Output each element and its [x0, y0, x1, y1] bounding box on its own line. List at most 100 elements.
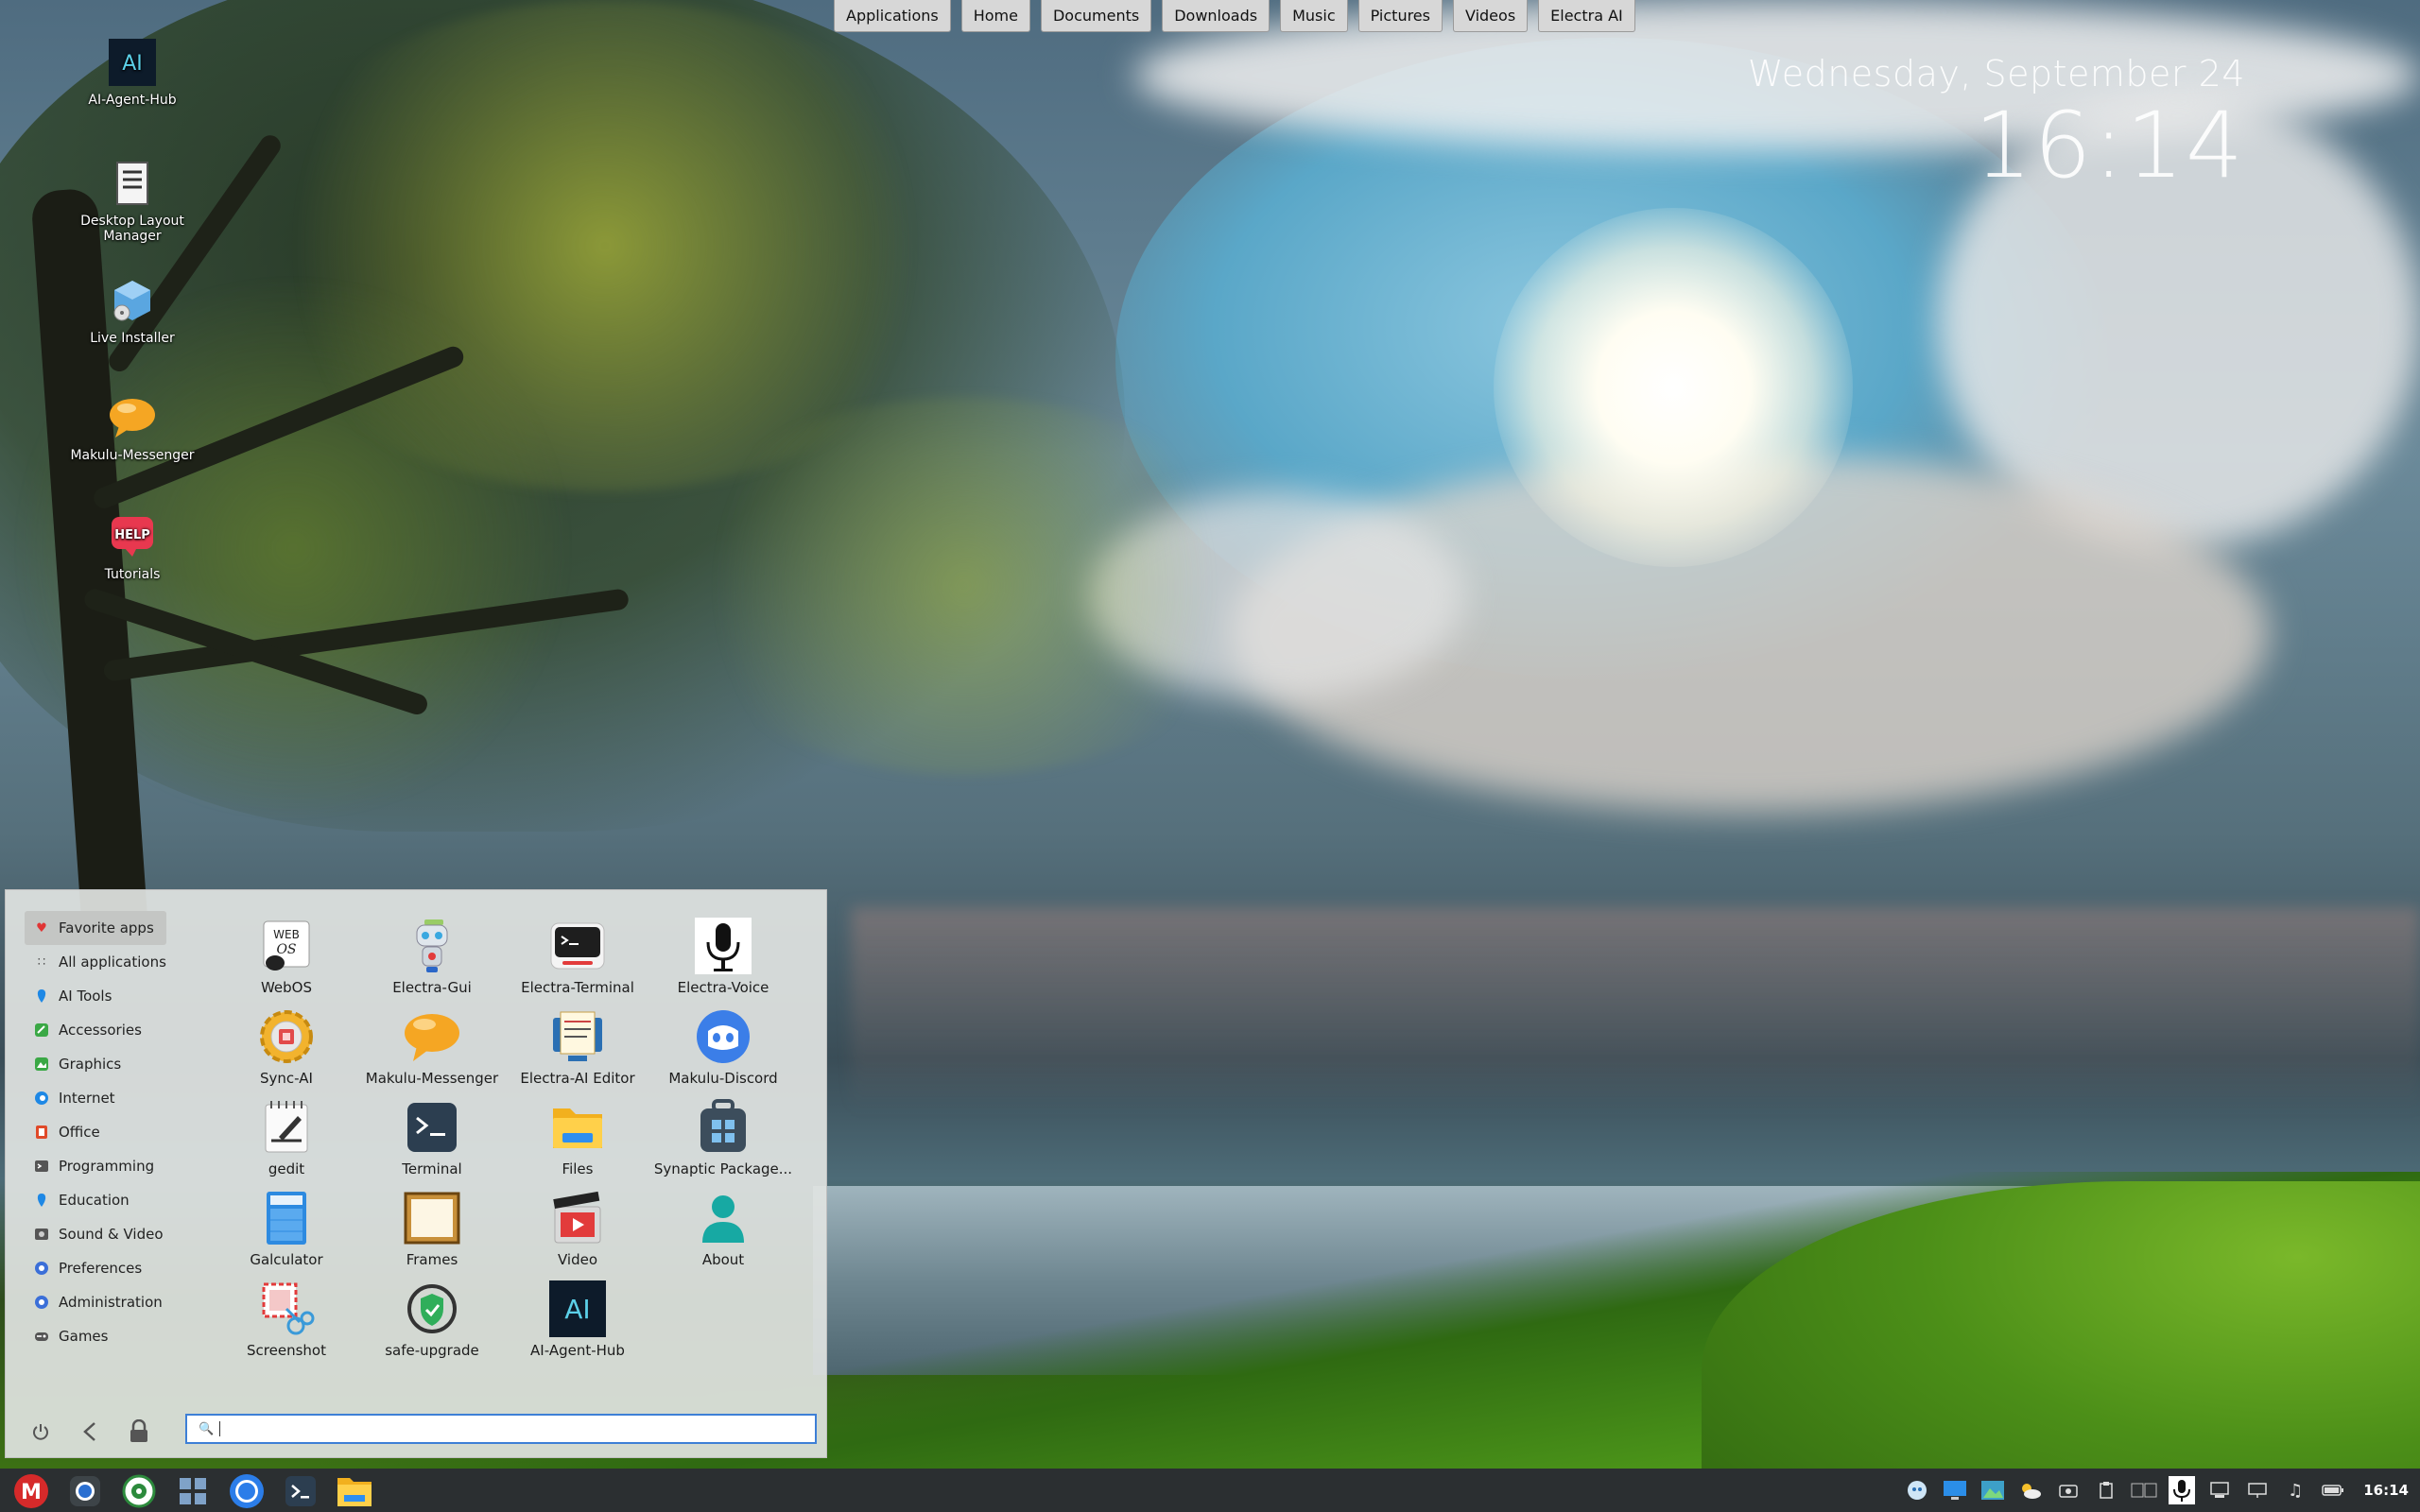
- category-label: Favorite apps: [59, 919, 154, 936]
- display-icon[interactable]: [1942, 1477, 1968, 1503]
- grid-app-icon: [180, 1478, 206, 1504]
- terminal-icon: [285, 1476, 316, 1506]
- application-menu: ♥ Favorite apps ∷ All applications AI To…: [5, 889, 827, 1458]
- category-preferences[interactable]: Preferences: [25, 1251, 185, 1285]
- weather-icon[interactable]: [2017, 1477, 2044, 1503]
- app-makulu-messenger[interactable]: Makulu-Messenger: [359, 1007, 505, 1098]
- messenger-icon: [403, 1007, 461, 1066]
- app-files[interactable]: Files: [505, 1098, 650, 1189]
- places-applications[interactable]: Applications: [834, 0, 951, 32]
- category-administration[interactable]: Administration: [25, 1285, 185, 1319]
- clipboard-icon[interactable]: [2093, 1477, 2119, 1503]
- category-graphics[interactable]: Graphics: [25, 1047, 185, 1081]
- app-label: Screenshot: [247, 1342, 326, 1359]
- app-video[interactable]: Video: [505, 1189, 650, 1280]
- desktop-icon-live-installer[interactable]: Live Installer: [66, 274, 199, 346]
- camera-icon[interactable]: [2055, 1477, 2082, 1503]
- search-icon: 🔍: [199, 1421, 215, 1436]
- desktop-icon-tutorials[interactable]: HELP Tutorials: [66, 510, 199, 582]
- app-electra-voice[interactable]: Electra-Voice: [650, 917, 796, 1007]
- category-ai-tools[interactable]: AI Tools: [25, 979, 185, 1013]
- app-grid: WEB OS WebOS Electra-Gui Electra-Terminal…: [214, 917, 800, 1370]
- places-documents[interactable]: Documents: [1040, 0, 1152, 32]
- clock-date: Wednesday, September 24: [1747, 53, 2245, 94]
- category-games[interactable]: Games: [25, 1319, 185, 1353]
- category-label: All applications: [59, 954, 166, 971]
- category-office[interactable]: Office: [25, 1115, 185, 1149]
- places-home[interactable]: Home: [960, 0, 1030, 32]
- svg-text:AI: AI: [122, 52, 143, 76]
- makulu-menu-button[interactable]: M: [9, 1472, 53, 1510]
- category-education[interactable]: Education: [25, 1183, 185, 1217]
- category-accessories[interactable]: Accessories: [25, 1013, 185, 1047]
- places-videos[interactable]: Videos: [1452, 0, 1529, 32]
- voice-icon[interactable]: [2169, 1476, 2196, 1504]
- category-label: Preferences: [59, 1260, 143, 1277]
- webos-icon: WEB OS: [257, 917, 316, 975]
- category-sound-video[interactable]: Sound & Video: [25, 1217, 185, 1251]
- taskbar-terminal[interactable]: [279, 1472, 322, 1510]
- app-about[interactable]: About: [650, 1189, 796, 1280]
- discord-icon: [694, 1007, 752, 1066]
- app-label: Terminal: [402, 1160, 462, 1177]
- app-label: Video: [557, 1251, 598, 1268]
- image-icon[interactable]: [1979, 1477, 2006, 1503]
- category-programming[interactable]: Programming: [25, 1149, 185, 1183]
- lock-icon: [130, 1419, 147, 1442]
- battery-icon[interactable]: [2320, 1477, 2346, 1503]
- taskbar-grid-app[interactable]: [171, 1472, 215, 1510]
- desktop-icon-label: Makulu-Messenger: [70, 448, 195, 463]
- desktop-icon-ai-agent-hub[interactable]: AI AI-Agent-Hub: [66, 36, 199, 108]
- music-icon[interactable]: ♫: [2282, 1477, 2308, 1503]
- calculator-icon: [257, 1189, 316, 1247]
- category-label: Graphics: [59, 1056, 122, 1073]
- app-galculator[interactable]: Galculator: [214, 1189, 359, 1280]
- app-webos[interactable]: WEB OS WebOS: [214, 917, 359, 1007]
- category-internet[interactable]: Internet: [25, 1081, 185, 1115]
- app-sync-ai[interactable]: Sync-AI: [214, 1007, 359, 1098]
- education-icon: [34, 1193, 49, 1208]
- app-terminal[interactable]: Terminal: [359, 1098, 505, 1189]
- app-label: Electra-Voice: [677, 979, 769, 996]
- app-screenshot[interactable]: Screenshot: [214, 1280, 359, 1370]
- desktop-icon-makulu-messenger[interactable]: Makulu-Messenger: [66, 391, 199, 463]
- menu-search-field[interactable]: 🔍: [185, 1414, 817, 1444]
- app-safe-upgrade[interactable]: safe-upgrade: [359, 1280, 505, 1370]
- svg-text:AI: AI: [564, 1294, 590, 1325]
- app-electra-gui[interactable]: Electra-Gui: [359, 917, 505, 1007]
- app-label: Galculator: [250, 1251, 323, 1268]
- lock-button[interactable]: [123, 1416, 155, 1448]
- app-label: AI-Agent-Hub: [530, 1342, 625, 1359]
- ai-tray-icon[interactable]: [1904, 1477, 1930, 1503]
- taskbar-files[interactable]: [333, 1472, 376, 1510]
- app-label: safe-upgrade: [385, 1342, 479, 1359]
- app-gedit[interactable]: gedit: [214, 1098, 359, 1189]
- places-downloads[interactable]: Downloads: [1162, 0, 1270, 32]
- category-label: Sound & Video: [59, 1226, 164, 1243]
- places-pictures[interactable]: Pictures: [1357, 0, 1443, 32]
- app-ai-agent-hub[interactable]: AI AI-Agent-Hub: [505, 1280, 650, 1370]
- app-frames[interactable]: Frames: [359, 1189, 505, 1280]
- app-makulu-discord[interactable]: Makulu-Discord: [650, 1007, 796, 1098]
- app-label: Electra-Gui: [392, 979, 472, 996]
- back-button[interactable]: [74, 1416, 106, 1448]
- keyboard-icon[interactable]: [2131, 1477, 2157, 1503]
- taskbar-clock[interactable]: 16:14: [2363, 1482, 2409, 1499]
- network-icon[interactable]: [2206, 1477, 2233, 1503]
- category-all-applications[interactable]: ∷ All applications: [25, 945, 185, 979]
- app-electra-terminal[interactable]: Electra-Terminal: [505, 917, 650, 1007]
- taskbar-search-app[interactable]: [63, 1472, 107, 1510]
- taskbar-browser[interactable]: [225, 1472, 268, 1510]
- app-synaptic[interactable]: Synaptic Package...: [650, 1098, 796, 1189]
- sound-video-icon: [34, 1227, 49, 1242]
- app-electra-ai-editor[interactable]: Electra-AI Editor: [505, 1007, 650, 1098]
- layout-manager-icon: [106, 157, 159, 210]
- places-electra-ai[interactable]: Electra AI: [1538, 0, 1635, 32]
- places-music[interactable]: Music: [1280, 0, 1348, 32]
- shield-icon: [403, 1280, 461, 1338]
- taskbar-settings-app[interactable]: [117, 1472, 161, 1510]
- category-favorite-apps[interactable]: ♥ Favorite apps: [25, 911, 166, 945]
- power-button[interactable]: [25, 1416, 57, 1448]
- desktop-icon-layout-manager[interactable]: Desktop Layout Manager: [66, 157, 199, 244]
- monitor-icon[interactable]: [2244, 1477, 2271, 1503]
